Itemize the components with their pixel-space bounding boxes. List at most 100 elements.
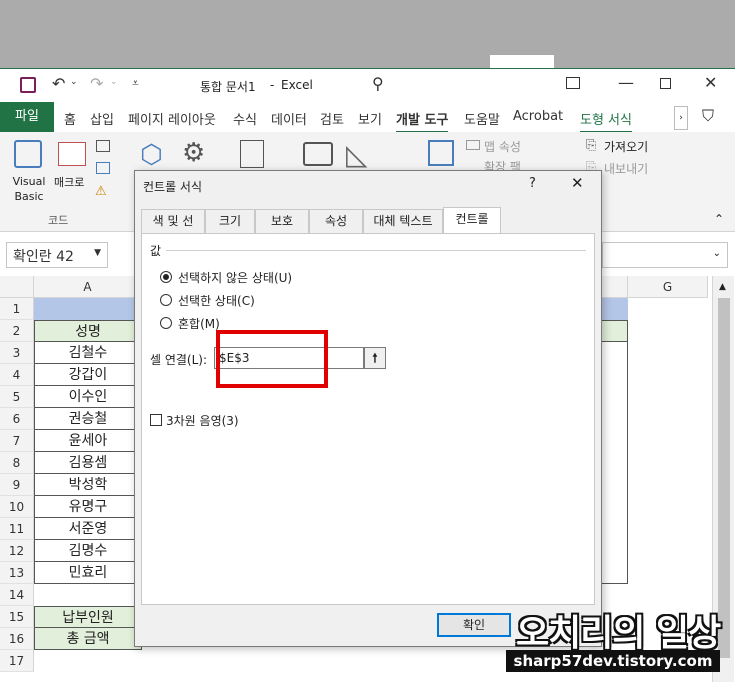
- cell-a15[interactable]: 납부인원: [34, 606, 142, 628]
- row-header[interactable]: 12: [0, 540, 34, 562]
- row-header[interactable]: 2: [0, 320, 34, 342]
- properties-icon[interactable]: [240, 140, 264, 168]
- collapse-ribbon-icon[interactable]: ⌃: [714, 212, 724, 226]
- row-header[interactable]: 3: [0, 342, 34, 364]
- tab-shape-format[interactable]: 도형 서식: [580, 109, 632, 133]
- cell-a2[interactable]: 성명: [34, 320, 142, 342]
- tab-home[interactable]: 홈: [64, 109, 76, 128]
- tab-acrobat[interactable]: Acrobat: [513, 109, 563, 124]
- row-header[interactable]: 1: [0, 298, 34, 320]
- tab-help[interactable]: 도움말: [464, 109, 500, 128]
- undo-dropdown-icon[interactable]: ⌄: [70, 77, 78, 87]
- radio-mixed-label[interactable]: 혼합(M): [178, 315, 220, 332]
- redo-icon[interactable]: ↷: [90, 74, 103, 93]
- tab-formulas[interactable]: 수식: [233, 109, 257, 128]
- tab-data[interactable]: 데이터: [271, 109, 307, 128]
- cell-a4[interactable]: 강갑이: [34, 364, 142, 386]
- visual-basic-button[interactable]: Visual Basic: [8, 174, 50, 204]
- redo-dropdown-icon[interactable]: ⌄: [110, 77, 118, 87]
- row-header[interactable]: 9: [0, 474, 34, 496]
- radio-mixed[interactable]: [160, 317, 172, 329]
- tab-control[interactable]: 컨트롤: [443, 207, 501, 234]
- row-header[interactable]: 16: [0, 628, 34, 650]
- cell-a7[interactable]: 윤세아: [34, 430, 142, 452]
- share-icon[interactable]: ⛉: [702, 106, 714, 126]
- tab-view[interactable]: 보기: [358, 109, 382, 128]
- dialog-close-icon[interactable]: ✕: [571, 174, 584, 192]
- formula-bar[interactable]: ⌄: [602, 242, 728, 268]
- scroll-up-icon[interactable]: ▲: [719, 282, 726, 292]
- row-header[interactable]: 5: [0, 386, 34, 408]
- gear-icon[interactable]: ⚙: [182, 138, 205, 168]
- ribbon-display-icon[interactable]: [566, 77, 580, 89]
- cell-f1-blue[interactable]: [602, 298, 628, 320]
- customize-qat-icon[interactable]: ⩡: [132, 76, 139, 91]
- column-header-f[interactable]: [602, 276, 628, 298]
- row-header[interactable]: 17: [0, 650, 34, 672]
- map-props-label[interactable]: 맵 속성: [484, 138, 521, 155]
- cell-a8[interactable]: 김용셈: [34, 452, 142, 474]
- macro-security-icon[interactable]: ⚠: [95, 184, 107, 199]
- row-header[interactable]: 6: [0, 408, 34, 430]
- tab-review[interactable]: 검토: [320, 109, 344, 128]
- cell-a12[interactable]: 김명수: [34, 540, 142, 562]
- tab-alt-text[interactable]: 대체 텍스트: [363, 209, 443, 233]
- row-header[interactable]: 15: [0, 606, 34, 628]
- undo-icon[interactable]: ↶: [52, 74, 65, 93]
- collapse-dialog-icon[interactable]: 🠕: [364, 347, 386, 369]
- tab-insert[interactable]: 삽입: [90, 109, 114, 128]
- name-box-dropdown-icon[interactable]: ▼: [94, 248, 101, 258]
- shading-3d-label[interactable]: 3차원 음영(3): [166, 412, 239, 429]
- ok-button[interactable]: 확인: [437, 613, 511, 637]
- save-icon[interactable]: [20, 77, 36, 93]
- column-header-g[interactable]: G: [628, 276, 708, 298]
- map-props-icon[interactable]: [466, 140, 480, 150]
- row-header[interactable]: 7: [0, 430, 34, 452]
- column-header-a[interactable]: A: [34, 276, 142, 298]
- row-header[interactable]: 10: [0, 496, 34, 518]
- tab-developer[interactable]: 개발 도구: [396, 109, 449, 134]
- cell-a10[interactable]: 유명구: [34, 496, 142, 518]
- design-mode-icon[interactable]: ◺: [346, 138, 368, 171]
- cell-a6[interactable]: 권승철: [34, 408, 142, 430]
- cell-a16[interactable]: 총 금액: [34, 628, 142, 650]
- tab-properties[interactable]: 속성: [309, 209, 363, 233]
- toolbox-icon[interactable]: [303, 142, 333, 166]
- tab-colors-lines[interactable]: 색 및 선: [141, 209, 205, 233]
- help-button[interactable]: ?: [529, 176, 536, 191]
- radio-checked-label[interactable]: 선택한 상태(C): [178, 292, 255, 309]
- relative-ref-icon[interactable]: [96, 162, 110, 174]
- macro-icon[interactable]: [58, 142, 86, 166]
- cell-a9[interactable]: 박성학: [34, 474, 142, 496]
- cell-a3[interactable]: 김철수: [34, 342, 142, 364]
- row-header[interactable]: 14: [0, 584, 34, 606]
- shading-3d-checkbox[interactable]: [150, 414, 162, 426]
- record-macro-icon[interactable]: [96, 140, 110, 152]
- radio-checked[interactable]: [160, 294, 172, 306]
- tab-page-layout[interactable]: 페이지 레이아웃: [128, 109, 216, 128]
- tab-file[interactable]: 파일: [0, 102, 54, 132]
- row-header[interactable]: 11: [0, 518, 34, 540]
- cell-a1-blue[interactable]: [34, 298, 142, 320]
- addins-icon[interactable]: ⬡: [140, 140, 163, 170]
- cell-f-range[interactable]: [602, 342, 628, 584]
- close-window-icon[interactable]: ✕: [704, 73, 717, 92]
- source-icon[interactable]: [428, 140, 454, 166]
- row-header[interactable]: 13: [0, 562, 34, 584]
- import-label[interactable]: 가져오기: [604, 138, 648, 155]
- select-all-corner[interactable]: [0, 276, 34, 298]
- radio-unchecked[interactable]: [160, 271, 172, 283]
- cell-a13[interactable]: 민효리: [34, 562, 142, 584]
- formula-expand-icon[interactable]: ⌄: [713, 248, 721, 259]
- name-box[interactable]: 확인란 42 ▼: [6, 242, 108, 268]
- cell-f2[interactable]: [602, 320, 628, 342]
- visual-basic-icon[interactable]: [14, 140, 42, 168]
- ribbon-scroll-right-icon[interactable]: ›: [674, 106, 688, 130]
- cell-a5[interactable]: 이수인: [34, 386, 142, 408]
- search-icon[interactable]: ⚲: [372, 74, 384, 93]
- row-header[interactable]: 4: [0, 364, 34, 386]
- cell-a11[interactable]: 서준영: [34, 518, 142, 540]
- tab-protection[interactable]: 보호: [255, 209, 309, 233]
- radio-unchecked-label[interactable]: 선택하지 않은 상태(U): [178, 269, 292, 286]
- export-label[interactable]: 내보내기: [604, 160, 648, 177]
